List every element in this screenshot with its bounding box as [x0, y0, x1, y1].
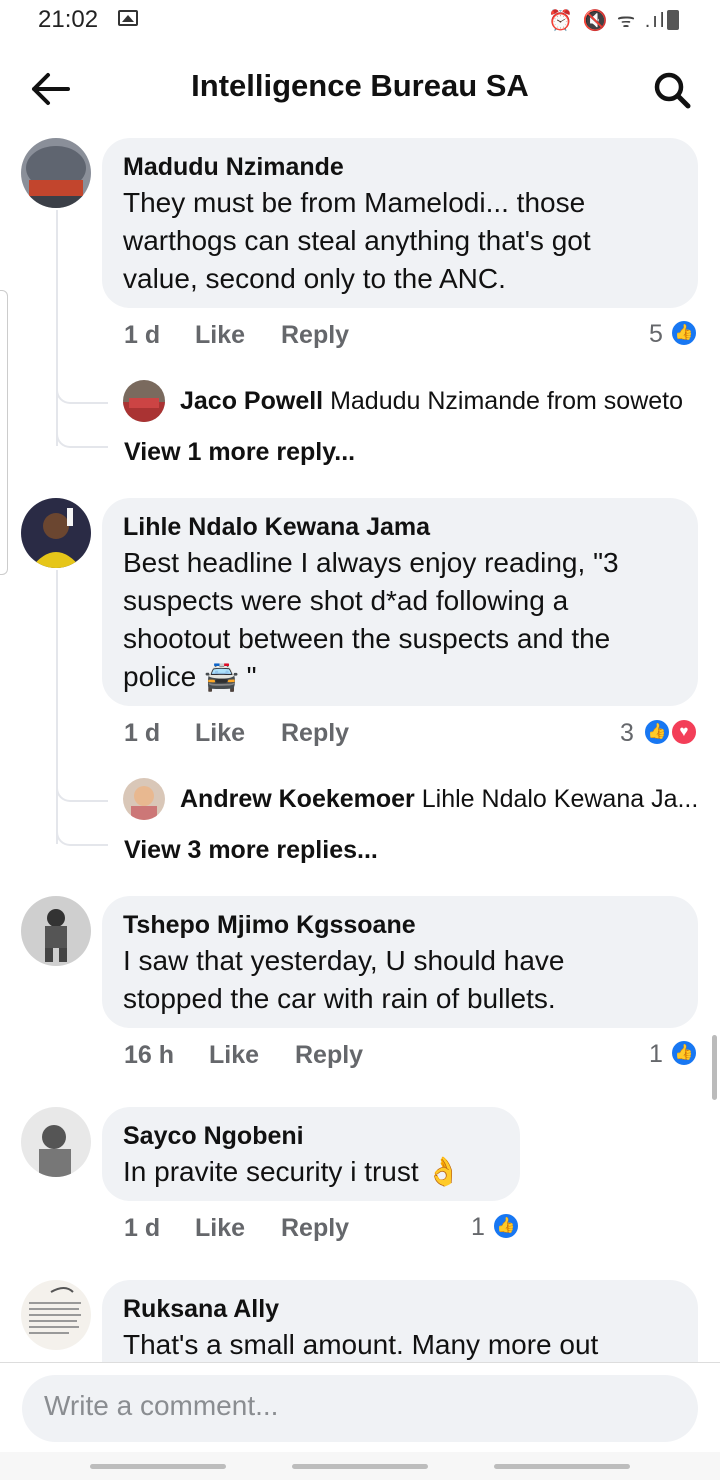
like-button[interactable]: Like — [195, 719, 245, 748]
reply-preview-text: Madudu Nzimande from soweto — [330, 387, 684, 415]
like-button[interactable]: Like — [209, 1041, 259, 1070]
comment-bubble[interactable]: Lihle Ndalo Kewana Jama Best headline I … — [102, 498, 698, 706]
reaction-count[interactable]: 1 — [649, 1040, 663, 1069]
battery-icon — [667, 10, 679, 30]
reply-avatar[interactable] — [123, 778, 165, 820]
view-more-replies-link[interactable]: View 1 more reply... — [124, 438, 355, 467]
thread-line — [56, 210, 58, 446]
comment-bubble[interactable]: Madudu Nzimande They must be from Mamelo… — [102, 138, 698, 308]
reply-button[interactable]: Reply — [281, 1214, 349, 1243]
thread-line — [56, 570, 58, 844]
comment-text: That's a small amount. Many more out — [123, 1329, 599, 1360]
avatar[interactable] — [21, 896, 91, 966]
comment-text: Best headline I always enjoy reading, "3 — [123, 547, 619, 578]
avatar[interactable] — [21, 1107, 91, 1177]
comment-text: stopped the car with rain of bullets. — [123, 983, 556, 1014]
reply-connector — [56, 388, 108, 404]
comment-actions: 16 h Like Reply — [124, 1041, 424, 1071]
reply-button[interactable]: Reply — [281, 321, 349, 350]
comment-time: 1 d — [124, 719, 161, 747]
reply-preview[interactable]: Jaco Powell Madudu Nzimande from soweto — [180, 387, 683, 416]
comment-actions: 1 d Like Reply — [124, 719, 424, 749]
reaction-count[interactable]: 3 — [620, 719, 634, 748]
comment-actions: 1 d Like Reply — [124, 321, 424, 351]
view-more-replies-link[interactable]: View 3 more replies... — [124, 836, 378, 865]
comment-author[interactable]: Madudu Nzimande — [123, 150, 678, 184]
love-reaction-icon: ♥ — [670, 718, 698, 746]
avatar[interactable] — [21, 498, 91, 568]
scrollbar-thumb[interactable] — [712, 1035, 717, 1100]
like-button[interactable]: Like — [195, 1214, 245, 1243]
reply-author[interactable]: Jaco Powell — [180, 387, 323, 415]
reply-preview-text: Lihle Ndalo Kewana Ja... — [421, 785, 699, 813]
reply-button[interactable]: Reply — [281, 719, 349, 748]
reply-connector — [56, 432, 108, 448]
comment-text: I saw that yesterday, U should have — [123, 945, 565, 976]
comment-bubble[interactable]: Tshepo Mjimo Kgssoane I saw that yesterd… — [102, 896, 698, 1028]
system-status-icons: ⏰ 🔇 ᯤ .ıl — [548, 10, 667, 32]
comment-bubble[interactable]: Sayco Ngobeni In pravite security i trus… — [102, 1107, 520, 1201]
nav-recent-handle[interactable] — [90, 1464, 226, 1469]
comment-author[interactable]: Lihle Ndalo Kewana Jama — [123, 510, 678, 544]
comment-author[interactable]: Ruksana Ally — [123, 1292, 678, 1326]
like-reaction-icon: 👍 — [670, 1039, 698, 1067]
reaction-count[interactable]: 5 — [649, 320, 663, 349]
comment-actions: 1 d Like Reply — [124, 1214, 424, 1244]
reply-connector — [56, 786, 108, 802]
comment-time: 1 d — [124, 321, 161, 349]
reply-button[interactable]: Reply — [295, 1041, 363, 1070]
comment-text: police 🚔 " — [123, 661, 257, 692]
reaction-count[interactable]: 1 — [471, 1213, 485, 1242]
comment-time: 1 d — [124, 1214, 161, 1242]
comment-author[interactable]: Tshepo Mjimo Kgssoane — [123, 908, 678, 942]
comment-text: In pravite security i trust 👌 — [123, 1156, 462, 1187]
page-title: Intelligence Bureau SA — [191, 68, 529, 103]
like-reaction-icon: 👍 — [492, 1212, 520, 1240]
like-button[interactable]: Like — [195, 321, 245, 350]
comment-text: suspects were shot d*ad following a — [123, 585, 569, 616]
nav-home-handle[interactable] — [292, 1464, 428, 1469]
avatar[interactable] — [21, 1280, 91, 1350]
comment-text: value, second only to the ANC. — [123, 263, 506, 294]
like-reaction-icon: 👍 — [670, 319, 698, 347]
comment-time: 16 h — [124, 1041, 175, 1069]
comment-author[interactable]: Sayco Ngobeni — [123, 1119, 500, 1153]
reply-avatar[interactable] — [123, 380, 165, 422]
like-reaction-icon: 👍 — [643, 718, 671, 746]
comment-text: warthogs can steal anything that's got — [123, 225, 591, 256]
comment-input-placeholder[interactable]: Write a comment... — [44, 1390, 278, 1422]
comment-text: shootout between the suspects and the — [123, 623, 611, 654]
reply-connector — [56, 830, 108, 846]
search-icon[interactable] — [652, 70, 692, 110]
reply-preview[interactable]: Andrew Koekemoer Lihle Ndalo Kewana Ja..… — [180, 785, 698, 814]
edge-panel-handle[interactable] — [0, 290, 8, 575]
status-time: 21:02 — [38, 6, 99, 33]
avatar[interactable] — [21, 138, 91, 208]
reply-author[interactable]: Andrew Koekemoer — [180, 785, 415, 813]
gallery-icon — [118, 10, 138, 26]
nav-back-handle[interactable] — [494, 1464, 630, 1469]
comment-text: They must be from Mamelodi... those — [123, 187, 586, 218]
